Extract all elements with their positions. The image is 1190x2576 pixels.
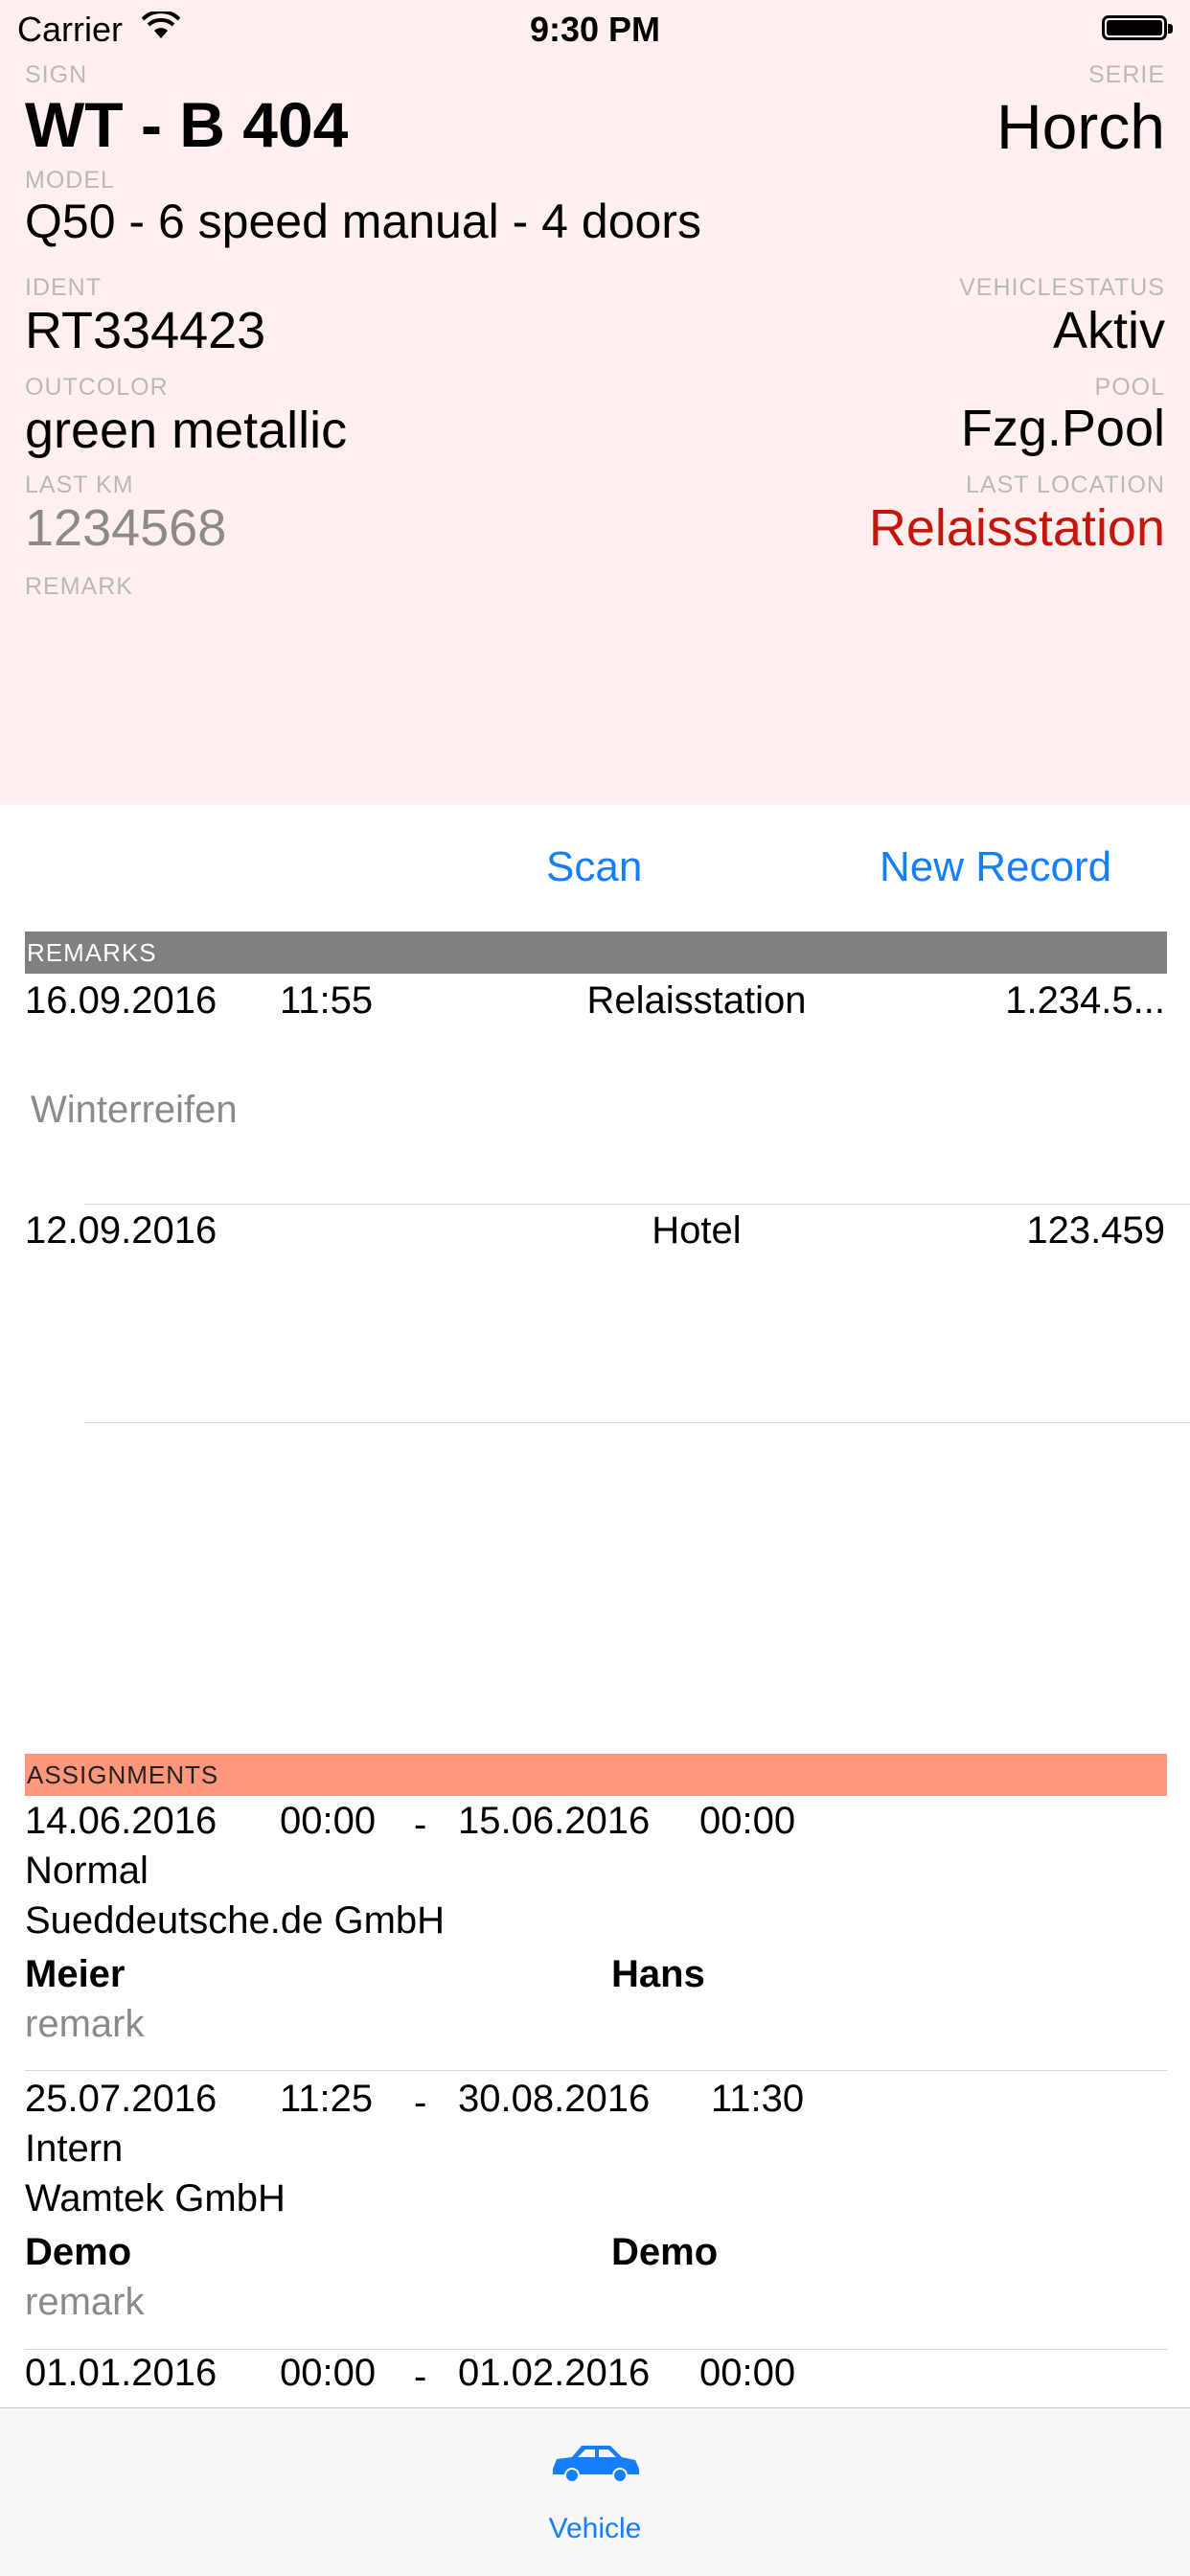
remark-date: 12.09.2016 xyxy=(25,1209,217,1252)
battery-icon xyxy=(1102,15,1173,40)
assignment-company: Wamtek GmbH xyxy=(25,2177,286,2220)
remark-location: Hotel xyxy=(652,1209,742,1252)
status-bar: Carrier 9:30 PM xyxy=(0,0,1190,58)
ident-label: IDENT xyxy=(25,274,102,301)
assignment-dash: - xyxy=(414,2356,427,2398)
row-separator xyxy=(84,1422,1190,1423)
vehicle-status-label: VEHICLESTATUS xyxy=(959,274,1165,301)
assignment-to-time: 11:30 xyxy=(711,2078,805,2120)
assignment-to-date: 01.02.2016 xyxy=(458,2352,651,2394)
remark-time: 11:55 xyxy=(280,979,374,1022)
outcolor-label: OUTCOLOR xyxy=(25,374,169,401)
assignment-row[interactable]: 14.06.2016 00:00 - 15.06.2016 00:00 Norm… xyxy=(0,1796,1190,2070)
status-time: 9:30 PM xyxy=(529,10,661,49)
vehicle-serie: Horch xyxy=(995,91,1165,162)
vehicle-ident: RT334423 xyxy=(25,302,266,359)
remark-row[interactable]: 16.09.2016 11:55 Relaisstation 1.234.5..… xyxy=(0,974,1190,1204)
assignment-from-date: 25.07.2016 xyxy=(25,2078,217,2120)
remark-date: 16.09.2016 xyxy=(25,979,217,1022)
pool-label: POOL xyxy=(1094,374,1165,401)
assignment-row[interactable]: 01.01.2016 00:00 - 01.02.2016 00:00 xyxy=(0,2338,1190,2407)
remark-location: Relaisstation xyxy=(586,979,807,1022)
model-label: MODEL xyxy=(25,167,115,194)
vehicle-status: Aktiv xyxy=(1052,302,1165,359)
assignment-from-time: 11:25 xyxy=(280,2078,374,2120)
assignment-row[interactable]: 25.07.2016 11:25 - 30.08.2016 11:30 Inte… xyxy=(0,2072,1190,2348)
vehicle-outcolor: green metallic xyxy=(25,402,348,459)
assignment-last-name: Demo xyxy=(25,2231,132,2273)
remark-row[interactable]: 12.09.2016 Hotel 123.459 xyxy=(0,1205,1190,1421)
remark-note: Winterreifen xyxy=(31,1089,238,1131)
assignment-remark: remark xyxy=(25,2003,145,2045)
assignment-dash: - xyxy=(414,1804,427,1846)
assignment-to-time: 00:00 xyxy=(699,2352,796,2394)
scan-button[interactable]: Scan xyxy=(546,843,642,891)
assignment-to-date: 30.08.2016 xyxy=(458,2078,651,2120)
assignment-to-date: 15.06.2016 xyxy=(458,1800,651,1842)
remark-label: REMARK xyxy=(25,573,133,600)
sign-label: SIGN xyxy=(25,61,88,88)
vehicle-pool: Fzg.Pool xyxy=(960,400,1165,457)
new-record-button[interactable]: New Record xyxy=(880,843,1111,891)
serie-label: SERIE xyxy=(1087,61,1165,88)
last-km-label: LAST KM xyxy=(25,472,134,498)
assignment-company: Sueddeutsche.de GmbH xyxy=(25,1899,446,1942)
remarks-section-header: REMARKS xyxy=(25,932,1167,974)
assignment-first-name: Hans xyxy=(611,1953,705,1995)
vehicle-model: Q50 - 6 speed manual - 4 doors xyxy=(25,195,701,248)
assignment-to-time: 00:00 xyxy=(699,1800,796,1842)
car-icon xyxy=(547,2440,643,2489)
assignment-dash: - xyxy=(414,2082,427,2124)
assignment-type: Normal xyxy=(25,1850,149,1892)
assignment-type: Intern xyxy=(25,2128,124,2170)
assignment-remark: remark xyxy=(25,2281,145,2323)
assignment-from-date: 01.01.2016 xyxy=(25,2352,217,2394)
assignments-section-header: ASSIGNMENTS xyxy=(25,1754,1167,1796)
vehicle-last-location: Relaisstation xyxy=(868,499,1165,557)
tab-vehicle-label[interactable]: Vehicle xyxy=(0,2513,1190,2545)
assignment-from-date: 14.06.2016 xyxy=(25,1800,217,1842)
assignment-from-time: 00:00 xyxy=(280,1800,377,1842)
vehicle-sign: WT - B 404 xyxy=(25,89,349,160)
assignment-from-time: 00:00 xyxy=(280,2352,377,2394)
assignment-last-name: Meier xyxy=(25,1953,126,1995)
remark-km: 1.234.5... xyxy=(1005,979,1165,1022)
remark-km: 123.459 xyxy=(1026,1209,1165,1252)
assignment-first-name: Demo xyxy=(611,2231,719,2273)
last-location-label: LAST LOCATION xyxy=(966,472,1165,498)
row-separator xyxy=(25,2070,1167,2071)
vehicle-last-km: 1234568 xyxy=(25,499,227,557)
